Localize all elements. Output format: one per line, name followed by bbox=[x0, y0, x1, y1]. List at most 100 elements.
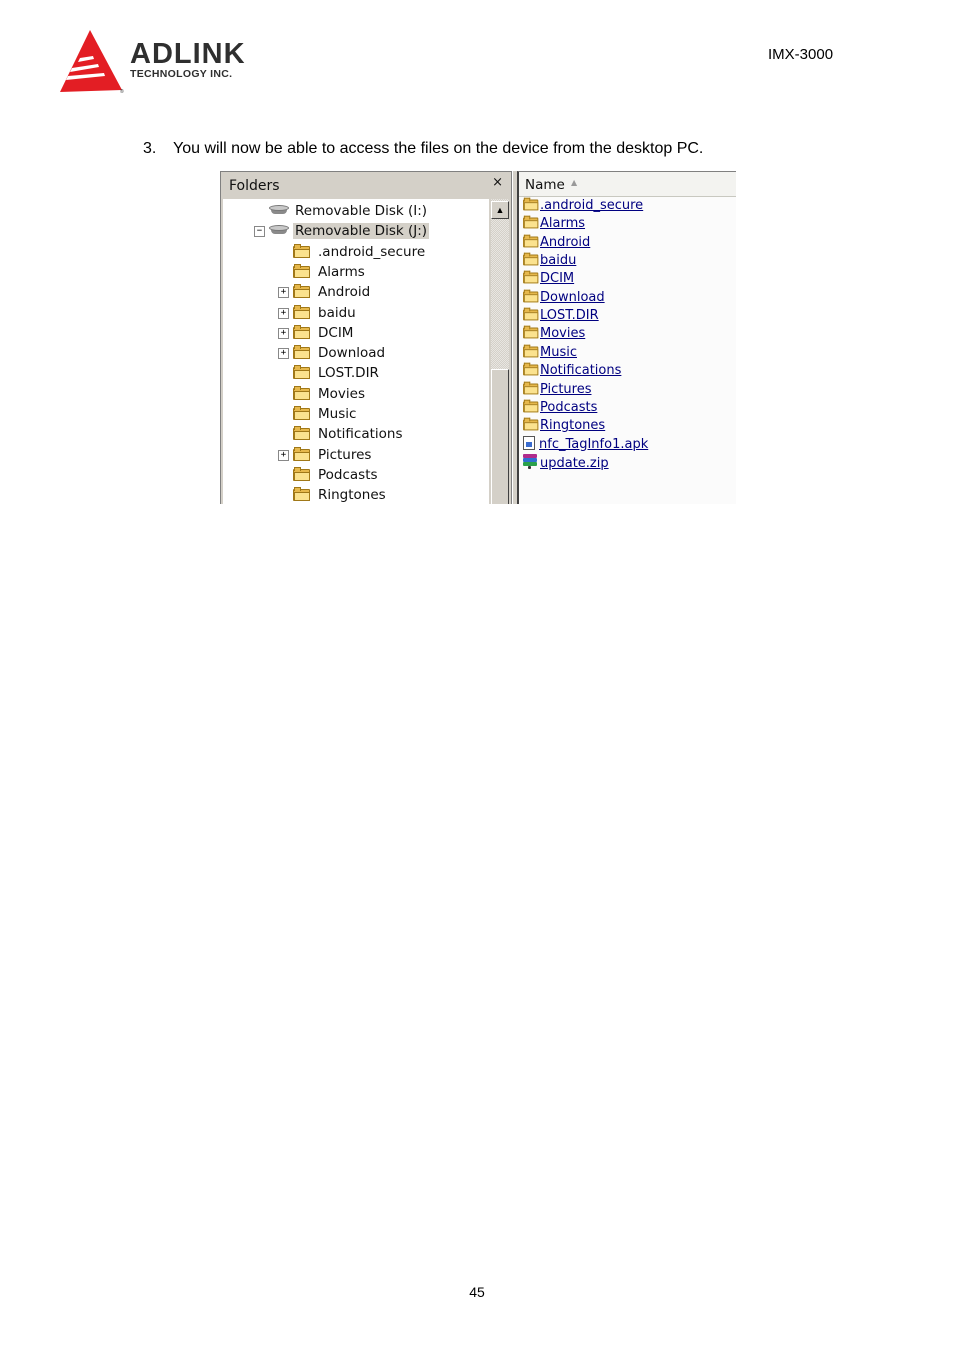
column-header-name[interactable]: Name ▲ bbox=[519, 172, 736, 197]
file-list-item[interactable]: Notifications bbox=[523, 362, 621, 380]
tree-item[interactable]: + Pictures bbox=[278, 445, 373, 465]
tree-item[interactable]: LOST.DIR bbox=[293, 363, 381, 383]
tree-item-label: Alarms bbox=[318, 263, 365, 280]
file-name-link[interactable]: LOST.DIR bbox=[540, 308, 599, 323]
folders-pane: Folders × Removable Disk (I:) − Removable … bbox=[220, 171, 512, 504]
file-list-item[interactable]: baidu bbox=[523, 252, 576, 270]
folder-icon bbox=[293, 406, 311, 420]
page-number: 45 bbox=[469, 1284, 485, 1300]
folder-icon bbox=[523, 197, 539, 211]
logo-name: ADLINK bbox=[130, 38, 246, 70]
file-name-link[interactable]: nfc_TagInfo1.apk bbox=[539, 437, 648, 452]
tree-item-label: Pictures bbox=[318, 446, 372, 463]
folder-icon bbox=[523, 417, 539, 431]
folder-icon bbox=[523, 216, 539, 229]
folder-icon bbox=[293, 263, 311, 278]
tree-item-label: Movies bbox=[318, 385, 365, 402]
file-name-link[interactable]: Pictures bbox=[540, 382, 591, 397]
file-list-item[interactable]: nfc_TagInfo1.apk bbox=[523, 435, 648, 454]
tree-item[interactable]: + Android bbox=[278, 282, 372, 302]
file-name-link[interactable]: .android_secure bbox=[540, 198, 643, 213]
svg-text:®: ® bbox=[120, 88, 124, 94]
tree-item[interactable]: Alarms bbox=[293, 262, 367, 282]
tree-item[interactable]: Movies bbox=[293, 384, 367, 404]
folder-icon bbox=[293, 466, 311, 481]
logo-triangle-icon: ® bbox=[60, 30, 124, 94]
tree-item[interactable]: Ringtones bbox=[293, 485, 388, 504]
tree-item[interactable]: + Download bbox=[278, 343, 387, 363]
explorer-screenshot: Folders × Removable Disk (I:) − Removable … bbox=[220, 171, 736, 504]
tree-item[interactable]: .android_secure bbox=[293, 242, 427, 262]
tree-item-label: Notifications bbox=[318, 426, 403, 443]
file-list-item[interactable]: LOST.DIR bbox=[523, 307, 599, 325]
tree-item-label: LOST.DIR bbox=[318, 365, 379, 382]
file-list-item[interactable]: DCIM bbox=[523, 270, 574, 288]
folder-icon bbox=[523, 289, 539, 303]
file-list-item[interactable]: Alarms bbox=[523, 215, 585, 233]
tree-item[interactable]: + DCIM bbox=[278, 323, 355, 343]
file-list-item[interactable]: Podcasts bbox=[523, 399, 597, 417]
vertical-scrollbar[interactable]: ▲ bbox=[491, 199, 509, 504]
tree-item-label: baidu bbox=[318, 304, 356, 321]
tree-item[interactable]: − Removable Disk (J:) bbox=[254, 221, 430, 241]
folder-icon bbox=[293, 487, 311, 502]
file-name-link[interactable]: baidu bbox=[540, 253, 576, 268]
apk-file-icon bbox=[523, 435, 535, 450]
file-name-link[interactable]: Movies bbox=[540, 326, 585, 341]
file-name-link[interactable]: Alarms bbox=[540, 216, 585, 231]
scrollbar-thumb[interactable] bbox=[491, 369, 509, 504]
expand-icon[interactable]: + bbox=[278, 348, 289, 360]
folder-icon bbox=[523, 381, 539, 394]
tree-item[interactable]: Notifications bbox=[293, 424, 405, 444]
tree-item-label: .android_secure bbox=[318, 243, 426, 260]
file-name-link[interactable]: Download bbox=[540, 290, 605, 305]
files-pane: Name ▲ .android_secure Alarms Android baidu… bbox=[517, 171, 736, 504]
folder-icon bbox=[523, 399, 539, 413]
tree-item-label: Removable Disk (I:) bbox=[295, 203, 428, 219]
drive-icon bbox=[269, 205, 289, 215]
adlink-logo: ® ADLINK TECHNOLOGY INC. bbox=[58, 28, 268, 94]
file-list-item[interactable]: update.zip bbox=[523, 453, 609, 472]
expand-icon[interactable]: + bbox=[278, 307, 289, 319]
scroll-up-button[interactable]: ▲ bbox=[491, 201, 509, 219]
model-name: IMX-3000 bbox=[768, 46, 834, 63]
expand-icon[interactable]: + bbox=[278, 449, 289, 461]
folders-pane-header: Folders × bbox=[221, 172, 511, 198]
expand-icon[interactable]: + bbox=[278, 287, 289, 299]
sort-ascending-icon: ▲ bbox=[571, 178, 578, 187]
file-list-item[interactable]: Music bbox=[523, 344, 577, 362]
step-text: You will now be able to access the files… bbox=[173, 140, 704, 157]
folder-tree: Removable Disk (I:) − Removable Disk (J:).… bbox=[223, 199, 489, 504]
step-number: 3. bbox=[143, 140, 157, 157]
file-name-link[interactable]: Music bbox=[540, 345, 577, 360]
tree-item[interactable]: Podcasts bbox=[293, 465, 380, 485]
expand-icon[interactable]: + bbox=[278, 327, 289, 339]
close-icon[interactable]: × bbox=[492, 175, 503, 190]
file-list-item[interactable]: Movies bbox=[523, 325, 585, 343]
tree-item[interactable]: + baidu bbox=[278, 303, 358, 323]
folder-icon bbox=[523, 326, 539, 339]
drive-icon bbox=[269, 225, 289, 235]
file-list-item[interactable]: Ringtones bbox=[523, 417, 605, 435]
tree-item[interactable]: Music bbox=[293, 404, 358, 424]
tree-item-label: DCIM bbox=[318, 324, 354, 341]
folder-icon bbox=[293, 345, 311, 360]
file-name-link[interactable]: Android bbox=[540, 235, 590, 250]
file-list-item[interactable]: Android bbox=[523, 234, 590, 252]
collapse-icon[interactable]: − bbox=[254, 226, 265, 238]
file-name-link[interactable]: update.zip bbox=[540, 456, 609, 471]
folder-icon bbox=[293, 304, 311, 319]
file-list-item[interactable]: Pictures bbox=[523, 381, 591, 399]
folder-icon bbox=[293, 446, 311, 461]
folder-icon bbox=[293, 365, 311, 380]
file-name-link[interactable]: Ringtones bbox=[540, 418, 605, 433]
tree-item[interactable]: Removable Disk (I:) bbox=[269, 201, 429, 221]
file-name-link[interactable]: DCIM bbox=[540, 271, 574, 286]
folder-icon bbox=[523, 362, 539, 376]
file-name-link[interactable]: Notifications bbox=[540, 363, 621, 378]
folder-icon bbox=[523, 234, 539, 248]
file-list-item[interactable]: Download bbox=[523, 289, 605, 307]
file-name-link[interactable]: Podcasts bbox=[540, 400, 597, 415]
folder-icon bbox=[293, 324, 311, 339]
file-list-item[interactable]: .android_secure bbox=[523, 197, 643, 215]
